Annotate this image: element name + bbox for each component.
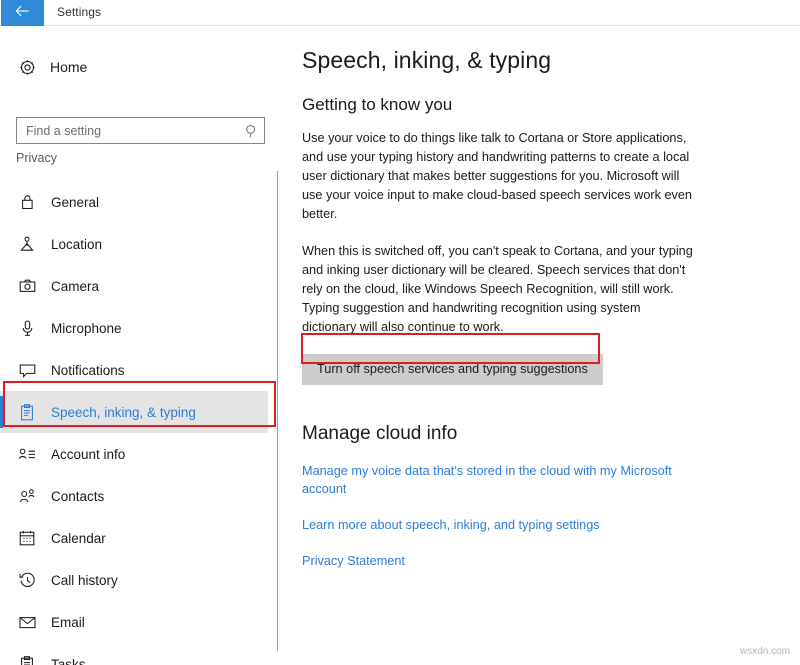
sidebar-item-label: Email (51, 615, 85, 630)
sidebar-item-email[interactable]: Email (0, 601, 268, 643)
sidebar-section-label: Privacy (16, 151, 57, 165)
title-bar: Settings (0, 0, 800, 26)
sidebar-item-label: Camera (51, 279, 99, 294)
sidebar-item-label: Speech, inking, & typing (51, 405, 196, 420)
sidebar-item-label: Account info (51, 447, 125, 462)
sidebar-item-speech-inking-typing[interactable]: Speech, inking, & typing (0, 391, 268, 433)
sidebar-item-general[interactable]: General (0, 181, 268, 223)
account-info-icon (16, 448, 38, 461)
sidebar-item-label: Location (51, 237, 102, 252)
microphone-icon (16, 320, 38, 337)
sidebar-item-account-info[interactable]: Account info (0, 433, 268, 475)
sidebar-item-notifications[interactable]: Notifications (0, 349, 268, 391)
main-content: Speech, inking, & typing Getting to know… (302, 26, 772, 570)
link-privacy-statement[interactable]: Privacy Statement (302, 552, 692, 570)
contacts-icon (16, 489, 38, 504)
turn-off-speech-services-button[interactable]: Turn off speech services and typing sugg… (302, 354, 603, 385)
location-pin-icon (16, 236, 38, 253)
sidebar-item-label: Calendar (51, 531, 106, 546)
sidebar-item-calendar[interactable]: Calendar (0, 517, 268, 559)
gear-icon (16, 59, 38, 76)
search-box[interactable] (16, 117, 265, 144)
search-input[interactable] (17, 124, 240, 138)
sidebar-item-label: Microphone (51, 321, 122, 336)
lock-icon (16, 194, 38, 210)
clipboard-icon (16, 404, 38, 421)
sidebar-item-home-label: Home (50, 59, 87, 75)
notification-icon (16, 363, 38, 378)
camera-icon (16, 279, 38, 293)
link-manage-voice-data[interactable]: Manage my voice data that's stored in th… (302, 462, 692, 498)
sidebar-item-label: Call history (51, 573, 118, 588)
settings-window: Settings Home Privacy (0, 0, 800, 665)
sidebar-item-label: Notifications (51, 363, 125, 378)
sidebar: Home Privacy General (0, 26, 278, 665)
sidebar-scrollbar[interactable] (277, 171, 278, 651)
email-icon (16, 616, 38, 629)
sidebar-item-camera[interactable]: Camera (0, 265, 268, 307)
section-heading-manage-cloud-info: Manage cloud info (302, 423, 772, 445)
sidebar-item-contacts[interactable]: Contacts (0, 475, 268, 517)
sidebar-item-microphone[interactable]: Microphone (0, 307, 268, 349)
paragraph-switched-off: When this is switched off, you can't spe… (302, 242, 694, 337)
page-title: Speech, inking, & typing (302, 47, 772, 74)
calendar-icon (16, 530, 38, 546)
call-history-icon (16, 572, 38, 589)
sidebar-item-label: Tasks (51, 657, 86, 665)
sidebar-item-label: Contacts (51, 489, 104, 504)
sidebar-item-call-history[interactable]: Call history (0, 559, 268, 601)
tasks-icon (16, 656, 38, 665)
back-button[interactable] (1, 0, 44, 26)
section-heading-getting-to-know-you: Getting to know you (302, 95, 772, 115)
window-title: Settings (57, 5, 101, 19)
sidebar-item-home[interactable]: Home (0, 50, 268, 84)
back-arrow-icon (15, 4, 30, 22)
search-icon[interactable] (240, 124, 264, 138)
sidebar-item-location[interactable]: Location (0, 223, 268, 265)
paragraph-voice-usage: Use your voice to do things like talk to… (302, 129, 694, 224)
sidebar-nav: General Location (0, 181, 278, 665)
watermark: wsxdn.com (740, 646, 790, 657)
sidebar-item-tasks[interactable]: Tasks (0, 643, 268, 665)
link-learn-more[interactable]: Learn more about speech, inking, and typ… (302, 516, 692, 534)
sidebar-item-label: General (51, 195, 99, 210)
